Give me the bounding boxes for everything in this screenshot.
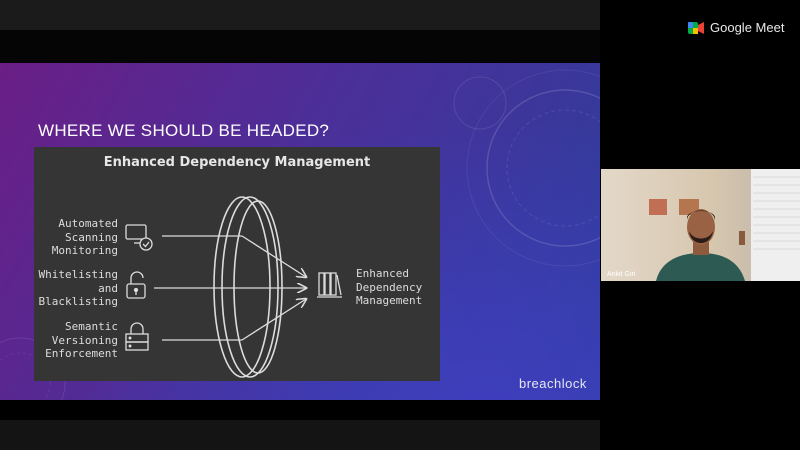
label-line: Enhanced [356,267,409,280]
input-automated-scanning: Automated Scanning Monitoring [38,217,118,258]
participant-video-tile[interactable]: Ankit Giri [601,169,800,281]
label-line: Versioning [51,333,118,347]
input-arrows [154,235,306,341]
bottom-bar [0,420,600,450]
top-bar [0,0,600,30]
books-icon [317,272,342,298]
label-line: Scanning [65,230,118,244]
input-semantic-versioning: Semantic Versioning Enforcement [38,320,118,361]
meet-camera-icon [688,21,704,34]
participant-name: Ankit Giri [607,271,636,278]
padlock-open-icon [126,271,146,299]
lens-shape [213,196,283,378]
label-line: Blacklisting [38,295,118,308]
padlock-server-icon [125,322,149,351]
label-line: Management [356,294,423,307]
google-meet-logo: Google Meet [688,20,784,35]
label-line: and [98,281,118,295]
label-line: Dependency [356,280,423,294]
label-line: Automated [58,217,118,230]
participant-video-scene [649,169,800,281]
presentation-top-margin [0,30,600,63]
dependency-diagram: Enhanced Dependency Management Automated… [34,147,440,381]
breachlock-logo: breachlock [519,376,587,391]
diagram-title: Enhanced Dependency Management [103,155,371,170]
output-enhanced-dependency: Enhanced Dependency Management [356,267,440,308]
label-line: Semantic [65,320,118,333]
label-line: Enforcement [45,347,118,360]
input-whitelisting: Whitelisting and Blacklisting [38,268,118,309]
label-line: Monitoring [51,244,118,257]
slide-title: WHERE WE SHOULD BE HEADED? [38,121,330,140]
label-line: Whitelisting [38,268,118,281]
google-meet-label: Google Meet [710,20,785,35]
presentation-slide: WHERE WE SHOULD BE HEADED? Enhanced Depe… [0,63,600,400]
monitor-check-icon [125,224,153,251]
